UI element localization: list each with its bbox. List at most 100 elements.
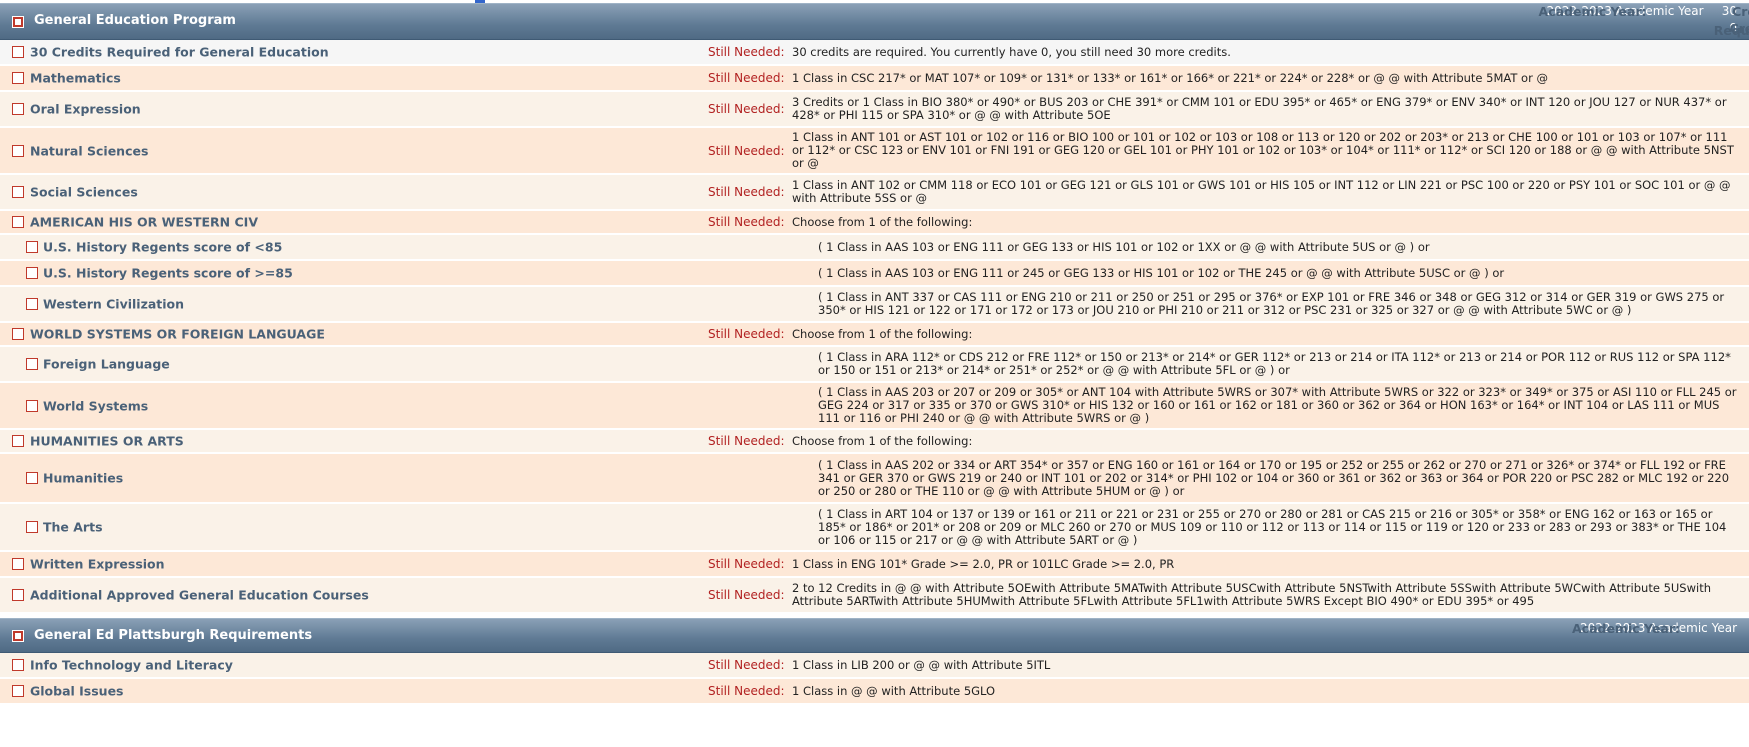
section-title: General Ed Plattsburgh Requirements xyxy=(34,628,313,643)
status-checkbox-icon[interactable] xyxy=(26,472,38,484)
still-needed-label xyxy=(700,454,792,502)
still-needed-label: Still Needed: xyxy=(708,557,785,571)
requirement-label[interactable]: Humanities xyxy=(43,471,123,486)
still-needed-label xyxy=(700,383,792,428)
still-needed-label: Still Needed: xyxy=(708,327,785,341)
requirement-label[interactable]: AMERICAN HIS OR WESTERN CIV xyxy=(30,215,258,230)
requirement-row: Social Sciences Still Needed: 1 Class in A… xyxy=(0,175,1749,211)
status-checkbox-icon[interactable] xyxy=(12,46,24,58)
status-checkbox-icon[interactable] xyxy=(12,435,24,447)
status-checkbox-icon[interactable] xyxy=(12,72,24,84)
status-checkbox-icon[interactable] xyxy=(26,241,38,253)
sub-requirement-row: U.S. History Regents score of >=85 ( 1 Cl… xyxy=(0,261,1749,287)
status-checkbox-icon[interactable] xyxy=(26,298,38,310)
status-checkbox-icon[interactable] xyxy=(12,328,24,340)
requirement-row: Additional Approved General Education Co… xyxy=(0,578,1749,614)
sub-requirement-row: World Systems ( 1 Class in AAS 203 or 207… xyxy=(0,383,1749,430)
status-checkbox-icon[interactable] xyxy=(12,589,24,601)
requirement-detail: Choose from 1 of the following: xyxy=(792,214,973,229)
requirement-detail: ( 1 Class in ARA 112* or CDS 212 or FRE … xyxy=(818,350,1731,377)
requirement-detail: Choose from 1 of the following: xyxy=(792,326,973,341)
requirement-label[interactable]: Global Issues xyxy=(30,684,124,699)
requirement-label-cell: AMERICAN HIS OR WESTERN CIV xyxy=(0,211,700,233)
sub-requirement-row: The Arts ( 1 Class in ART 104 or 137 or 1… xyxy=(0,504,1749,552)
requirements-list: 30 Credits Required for General Educatio… xyxy=(0,40,1749,614)
requirement-label-cell: World Systems xyxy=(0,383,700,428)
requirement-row: Oral Expression Still Needed: 3 Credits or… xyxy=(0,92,1749,128)
status-checkbox-icon[interactable] xyxy=(12,558,24,570)
requirement-label[interactable]: Foreign Language xyxy=(43,357,170,372)
requirement-row: Info Technology and Literacy Still Needed… xyxy=(0,653,1749,679)
requirement-label-cell: WORLD SYSTEMS OR FOREIGN LANGUAGE xyxy=(0,323,700,345)
requirement-label[interactable]: Mathematics xyxy=(30,71,121,86)
requirement-row: HUMANITIES OR ARTS Still Needed: Choose fr… xyxy=(0,430,1749,454)
requirement-label-cell: Western Civilization xyxy=(0,287,700,321)
requirement-detail: ( 1 Class in ANT 337 or CAS 111 or ENG 2… xyxy=(818,290,1725,317)
status-checkbox-icon[interactable] xyxy=(26,399,38,412)
requirement-row: 30 Credits Required for General Educatio… xyxy=(0,40,1749,66)
sub-requirement-row: U.S. History Regents score of <85 ( 1 Cla… xyxy=(0,235,1749,261)
requirement-label[interactable]: WORLD SYSTEMS OR FOREIGN LANGUAGE xyxy=(30,327,325,342)
section-checkbox-icon[interactable] xyxy=(12,630,24,642)
still-needed-label: Still Needed: xyxy=(708,658,785,672)
status-checkbox-icon[interactable] xyxy=(12,659,24,671)
requirement-label[interactable]: Social Sciences xyxy=(30,185,138,200)
still-needed-label: Still Needed: xyxy=(708,215,785,229)
status-checkbox-icon[interactable] xyxy=(26,521,38,533)
requirement-label[interactable]: 30 Credits Required for General Educatio… xyxy=(30,45,329,60)
status-checkbox-icon[interactable] xyxy=(12,103,24,115)
requirement-label-cell: Foreign Language xyxy=(0,347,700,381)
requirement-label[interactable]: U.S. History Regents score of >=85 xyxy=(43,266,293,281)
requirement-label[interactable]: U.S. History Regents score of <85 xyxy=(43,240,282,255)
requirement-label[interactable]: The Arts xyxy=(43,520,103,535)
requirement-row: WORLD SYSTEMS OR FOREIGN LANGUAGE Still N… xyxy=(0,323,1749,347)
requirement-label-cell: Humanities xyxy=(0,454,700,502)
requirement-label-cell: Written Expression xyxy=(0,552,700,576)
still-needed-label xyxy=(700,504,792,550)
requirement-detail: 1 Class in ANT 101 or AST 101 or 102 or … xyxy=(792,130,1734,170)
still-needed-label xyxy=(700,287,792,321)
status-checkbox-icon[interactable] xyxy=(12,216,24,228)
requirement-detail: 2 to 12 Credits in @ @ with Attribute 5O… xyxy=(792,581,1711,608)
status-checkbox-icon[interactable] xyxy=(26,358,38,370)
section-meta: Academic Year: 2022-2023 Academic Year xyxy=(1566,619,1737,638)
requirement-label[interactable]: HUMANITIES OR ARTS xyxy=(30,434,184,449)
requirement-row: Natural Sciences Still Needed: 1 Class in … xyxy=(0,128,1749,175)
still-needed-label xyxy=(700,261,792,285)
still-needed-label xyxy=(700,347,792,381)
requirement-label[interactable]: Written Expression xyxy=(30,557,165,572)
requirement-detail: 1 Class in ANT 102 or CMM 118 or ECO 101… xyxy=(792,178,1731,205)
requirement-label-cell: Additional Approved General Education Co… xyxy=(0,578,700,612)
requirement-detail: ( 1 Class in AAS 103 or ENG 111 or GEG 1… xyxy=(818,239,1430,254)
requirement-label-cell: U.S. History Regents score of >=85 xyxy=(0,261,700,285)
section-header-plattsburgh: General Ed Plattsburgh Requirements Acad… xyxy=(0,618,1749,653)
requirement-label-cell: The Arts xyxy=(0,504,700,550)
requirement-label[interactable]: World Systems xyxy=(43,398,148,413)
still-needed-label: Still Needed: xyxy=(708,434,785,448)
plattsburgh-requirements-list: Info Technology and Literacy Still Needed… xyxy=(0,653,1749,705)
status-checkbox-icon[interactable] xyxy=(12,186,24,198)
requirement-label-cell: Oral Expression xyxy=(0,92,700,126)
requirement-label-cell: Info Technology and Literacy xyxy=(0,653,700,677)
academic-year-label: Academic Year: xyxy=(1538,4,1647,19)
requirement-label[interactable]: Western Civilization xyxy=(43,297,184,312)
requirement-detail: ( 1 Class in AAS 103 or ENG 111 or 245 o… xyxy=(818,265,1505,280)
status-checkbox-icon[interactable] xyxy=(12,144,24,157)
status-checkbox-icon[interactable] xyxy=(26,267,38,279)
still-needed-label: Still Needed: xyxy=(708,45,785,59)
requirement-row: Written Expression Still Needed: 1 Class i… xyxy=(0,552,1749,578)
status-checkbox-icon[interactable] xyxy=(12,685,24,697)
academic-year-label: Academic Year: xyxy=(1571,621,1680,636)
requirement-detail: 1 Class in LIB 200 or @ @ with Attribute… xyxy=(792,657,1051,672)
section-checkbox-icon[interactable] xyxy=(12,16,24,28)
requirement-label-cell: Natural Sciences xyxy=(0,128,700,173)
sub-requirement-row: Western Civilization ( 1 Class in ANT 337… xyxy=(0,287,1749,323)
still-needed-label: Still Needed: xyxy=(708,684,785,698)
requirement-detail: ( 1 Class in AAS 203 or 207 or 209 or 30… xyxy=(818,385,1737,425)
requirement-label[interactable]: Natural Sciences xyxy=(30,143,148,158)
requirement-label[interactable]: Additional Approved General Education Co… xyxy=(30,588,369,603)
requirement-label[interactable]: Oral Expression xyxy=(30,102,141,117)
requirement-label[interactable]: Info Technology and Literacy xyxy=(30,658,233,673)
requirement-label-cell: Social Sciences xyxy=(0,175,700,209)
requirement-detail: Choose from 1 of the following: xyxy=(792,433,973,448)
